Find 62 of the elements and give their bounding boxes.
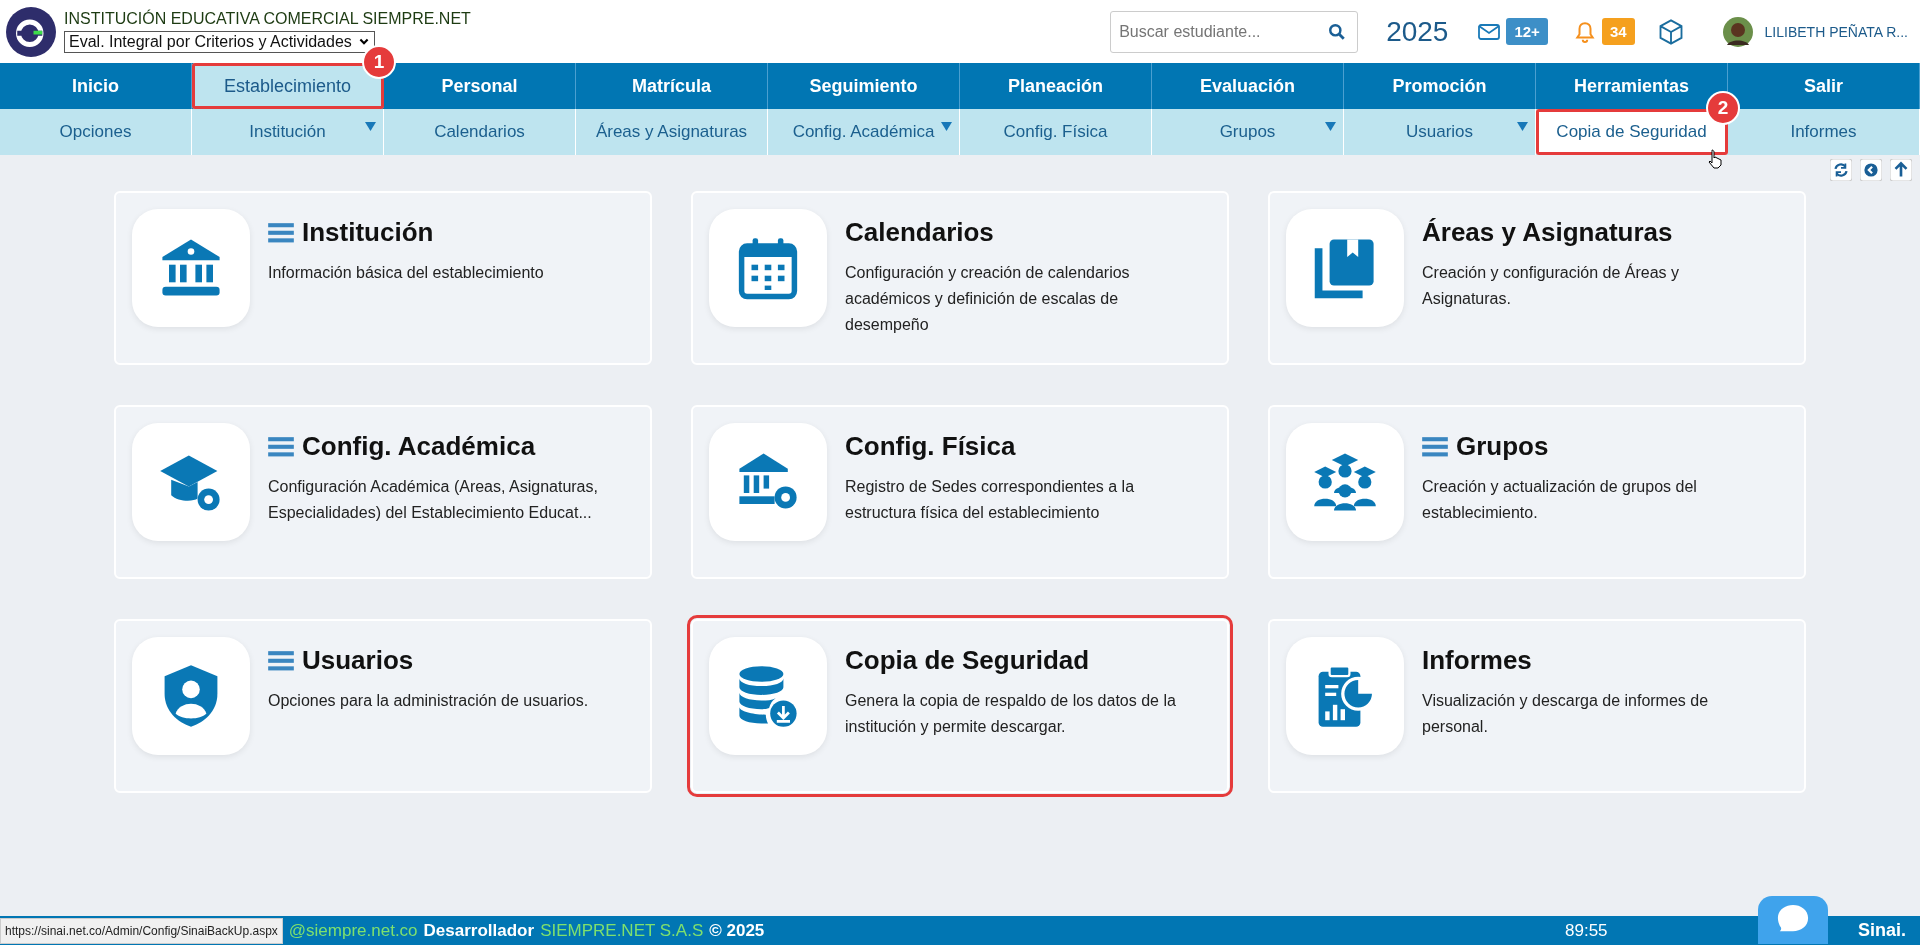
- brand-logo: Sinai.: [1858, 920, 1906, 941]
- card-title: Institución: [302, 217, 434, 248]
- card-title: Config. Física: [845, 431, 1016, 462]
- submenu-item[interactable]: Informes: [1728, 109, 1920, 155]
- footer-developer-name[interactable]: SIEMPRE.NET S.A.S: [540, 920, 704, 941]
- card-title: Informes: [1422, 645, 1532, 676]
- card-description: Creación y actualización de grupos del establecimiento.: [1422, 477, 1698, 523]
- mail-icon[interactable]: [1478, 22, 1501, 41]
- menu-icon[interactable]: [268, 436, 294, 457]
- user-name[interactable]: LILIBETH PEÑATA R...: [1764, 23, 1908, 40]
- refresh-icon[interactable]: [1830, 159, 1852, 181]
- module-card[interactable]: Institución Información básica del establecimiento: [114, 191, 652, 365]
- card-description: Configuración Académica (Areas, Asignaturas, Especialidades) del Establecimiento Educat...: [268, 477, 599, 523]
- card-title: Calendarios: [845, 217, 994, 248]
- card-description: Visualización y descarga de informes de personal.: [1422, 691, 1710, 737]
- hand-cursor-icon: [1708, 149, 1722, 169]
- school-name: INSTITUCIÓN EDUCATIVA COMERCIAL SIEMPRE.NET: [64, 10, 471, 28]
- card-title: Grupos: [1456, 431, 1549, 462]
- search-icon[interactable]: [1328, 22, 1347, 41]
- school-logo: [6, 6, 56, 57]
- module-card[interactable]: Config. Académica Configuración Académica (Areas, Asignaturas, Especialidades) del Establecimiento Educat...: [114, 405, 652, 579]
- year: 2025: [1386, 15, 1449, 48]
- chat-widget-button[interactable]: [1758, 895, 1828, 944]
- back-icon[interactable]: [1860, 159, 1882, 181]
- menu-icon[interactable]: [1422, 436, 1448, 457]
- card-description: Opciones para la administración de usuarios.: [268, 691, 590, 711]
- module-card[interactable]: Áreas y Asignaturas Creación y configuración de Áreas y Asignaturas.: [1268, 191, 1806, 365]
- card-description: Configuración y creación de calendarios académicos y definición de escalas de desempeño: [845, 263, 1131, 335]
- module-card[interactable]: Calendarios Configuración y creación de calendarios académicos y definición de escalas de desempeño: [691, 191, 1229, 365]
- submenu-item[interactable]: Calendarios: [384, 109, 576, 155]
- up-arrow-icon[interactable]: [1890, 159, 1912, 181]
- submenu-item[interactable]: Áreas y Asignaturas: [576, 109, 768, 155]
- dropdown-caret-icon[interactable]: [1517, 122, 1528, 131]
- card-description: Creación y configuración de Áreas y Asignaturas.: [1422, 262, 1681, 309]
- avatar[interactable]: [1722, 16, 1753, 47]
- menu-icon[interactable]: [268, 222, 294, 243]
- bell-icon[interactable]: [1573, 20, 1596, 43]
- status-url-tooltip: https://sinai.net.co/Admin/Config/SinaiBackUp.aspx: [0, 917, 283, 944]
- submenu-item[interactable]: Opciones: [0, 109, 192, 155]
- card-description: Información básica del establecimiento: [268, 263, 545, 283]
- module-card[interactable]: Informes Visualización y descarga de informes de personal.: [1268, 619, 1806, 793]
- dropdown-caret-icon[interactable]: [941, 122, 952, 131]
- dropdown-caret-icon[interactable]: [1325, 122, 1336, 131]
- menu-icon[interactable]: [268, 650, 294, 671]
- messages-badge[interactable]: 12+: [1506, 18, 1548, 45]
- card-description: Registro de Sedes correspondientes a la estructura física del establecimiento: [845, 477, 1136, 523]
- module-card[interactable]: Config. Física Registro de Sedes correspondientes a la estructura física del establecimiento: [691, 405, 1229, 579]
- module-card[interactable]: Grupos Creación y actualización de grupos del establecimiento.: [1268, 405, 1806, 579]
- footer-copyright: © 2025: [709, 920, 765, 941]
- card-title: Config. Académica: [302, 431, 536, 462]
- footer-email: @siempre.net.co: [288, 920, 418, 941]
- card-title: Usuarios: [302, 645, 414, 676]
- search-field[interactable]: Buscar estudiante...: [1110, 10, 1359, 53]
- card-title: Áreas y Asignaturas: [1422, 217, 1673, 248]
- footer-developer-label: Desarrollador: [423, 920, 535, 941]
- submenu-item[interactable]: Config. Física: [960, 109, 1152, 155]
- module-card[interactable]: Usuarios Opciones para la administración de usuarios.: [114, 619, 652, 793]
- session-timer: 89:55: [1565, 920, 1608, 941]
- evaluation-select[interactable]: Eval. Integral por Criterios y Actividades: [64, 31, 375, 53]
- card-title: Copia de Seguridad: [845, 645, 1090, 676]
- card-description: Genera la copia de respaldo de los datos de la institución y permite descargar.: [845, 691, 1177, 737]
- dropdown-caret-icon[interactable]: [365, 122, 376, 131]
